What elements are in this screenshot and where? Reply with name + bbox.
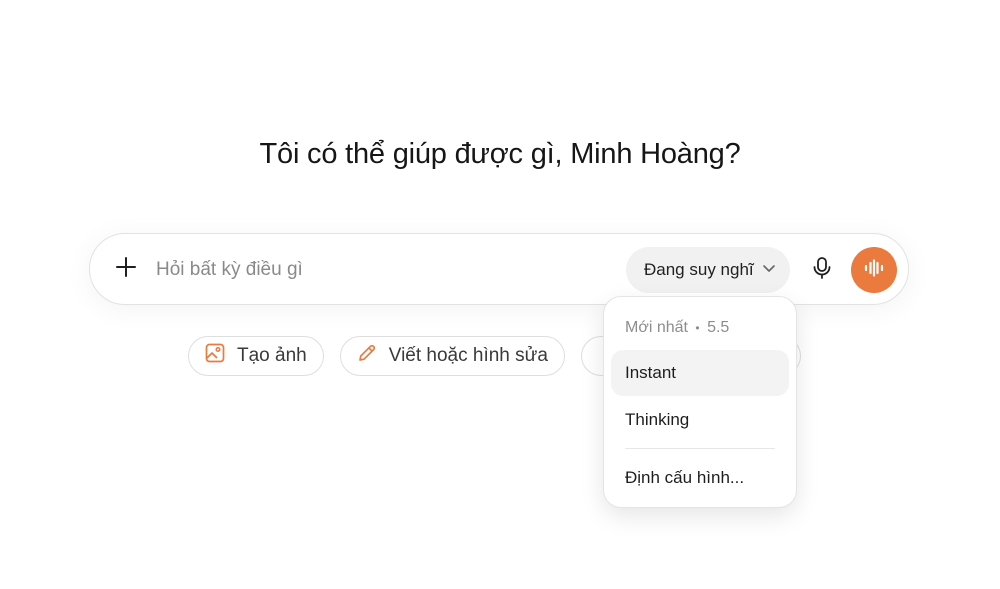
plus-icon xyxy=(115,256,137,283)
model-menu-header-separator: • xyxy=(695,321,700,335)
add-attachment-button[interactable] xyxy=(108,251,144,287)
model-option-thinking[interactable]: Thinking xyxy=(611,397,789,443)
model-menu-version: 5.5 xyxy=(707,319,730,336)
model-menu-divider xyxy=(625,448,775,449)
model-menu-header-label: Mới nhất xyxy=(625,319,688,336)
greeting-heading: Tôi có thể giúp được gì, Minh Hoàng? xyxy=(259,138,741,170)
model-selector-button[interactable]: Đang suy nghĩ xyxy=(626,247,790,293)
configure-models-label: Định cấu hình... xyxy=(625,468,745,487)
create-image-chip-label: Tạo ảnh xyxy=(237,345,307,366)
model-option-label: Instant xyxy=(625,363,677,382)
model-menu: Mới nhất • 5.5 Instant Thinking Định cấu… xyxy=(603,296,797,508)
create-image-chip[interactable]: Tạo ảnh xyxy=(188,336,324,376)
write-edit-chip-label: Viết hoặc hình sửa xyxy=(388,345,548,366)
voice-mode-button[interactable] xyxy=(851,247,897,293)
prompt-input[interactable] xyxy=(156,254,596,286)
model-selector-label: Đang suy nghĩ xyxy=(644,260,754,279)
voice-waveform-icon xyxy=(863,258,885,282)
prompt-composer: Đang suy nghĩ xyxy=(89,233,909,305)
model-menu-header: Mới nhất • 5.5 xyxy=(625,319,729,337)
model-option-instant[interactable]: Instant xyxy=(611,350,789,396)
write-edit-chip[interactable]: Viết hoặc hình sửa xyxy=(339,336,565,376)
pencil-icon xyxy=(357,343,377,369)
microphone-button[interactable] xyxy=(804,252,840,288)
page: Tôi có thể giúp được gì, Minh Hoàng? Đan… xyxy=(0,0,1000,589)
chevron-down-icon xyxy=(762,260,776,280)
model-option-label: Thinking xyxy=(625,410,690,429)
microphone-icon xyxy=(811,256,833,285)
image-icon xyxy=(205,343,225,369)
configure-models-item[interactable]: Định cấu hình... xyxy=(611,455,789,501)
